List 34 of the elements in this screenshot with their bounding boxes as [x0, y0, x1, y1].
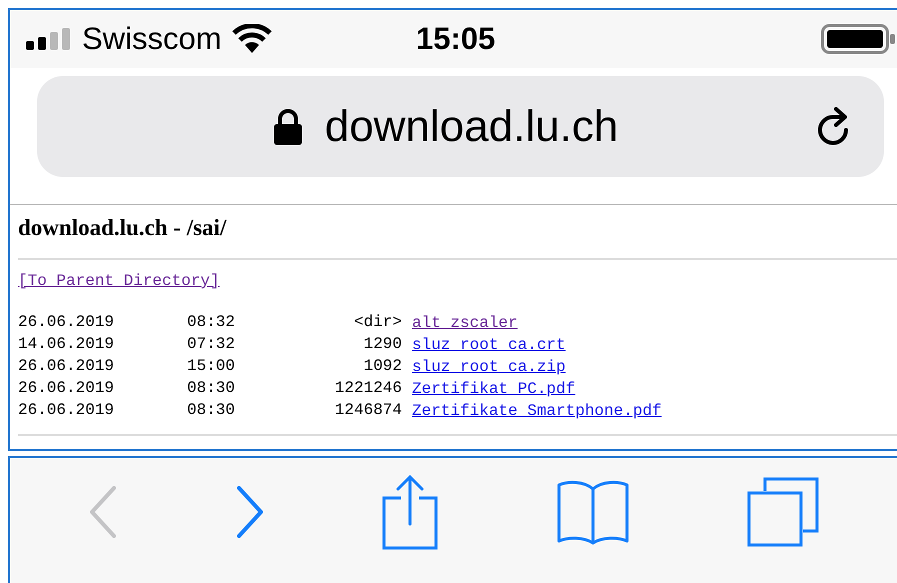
signal-icon: [26, 28, 72, 50]
file-date: 26.06.2019: [18, 400, 116, 421]
file-size: 1092: [362, 356, 403, 377]
file-size: 1290: [362, 334, 403, 355]
file-size: 1246874: [334, 400, 403, 421]
file-size: 1221246: [334, 378, 403, 399]
share-icon[interactable]: [381, 474, 440, 550]
battery-icon: [821, 24, 897, 54]
file-time: 08:32: [187, 312, 236, 333]
file-date: 26.06.2019: [18, 356, 116, 377]
file-time: 07:32: [187, 334, 236, 355]
parent-directory-link[interactable]: [To Parent Directory]: [18, 272, 220, 290]
carrier-name: Swisscom: [82, 21, 222, 57]
file-link[interactable]: Zertifikat_PC.pdf: [412, 380, 576, 398]
file-date: 26.06.2019: [18, 312, 116, 333]
url-text: download.lu.ch: [324, 102, 618, 152]
file-date: 14.06.2019: [18, 334, 116, 355]
file-size: <dir>: [352, 312, 403, 333]
forward-icon[interactable]: [234, 485, 265, 539]
file-time: 15:00: [187, 356, 236, 377]
book-icon[interactable]: [556, 479, 630, 545]
lock-icon: [272, 108, 303, 146]
file-time: 08:30: [187, 378, 236, 399]
file-time: 08:30: [187, 400, 236, 421]
file-link[interactable]: sluz_root_ca.crt: [412, 336, 566, 354]
address-bar[interactable]: download.lu.ch: [37, 76, 884, 177]
file-link[interactable]: alt_zscaler: [412, 314, 518, 332]
tabs-icon[interactable]: [746, 477, 819, 547]
file-link[interactable]: Zertifikate_Smartphone.pdf: [412, 402, 662, 420]
file-link[interactable]: sluz_root_ca.zip: [412, 358, 566, 376]
wifi-icon: [232, 24, 272, 54]
file-date: 26.06.2019: [18, 378, 116, 399]
status-time: 15:05: [416, 21, 496, 57]
page-title: download.lu.ch - /sai/: [18, 215, 228, 241]
